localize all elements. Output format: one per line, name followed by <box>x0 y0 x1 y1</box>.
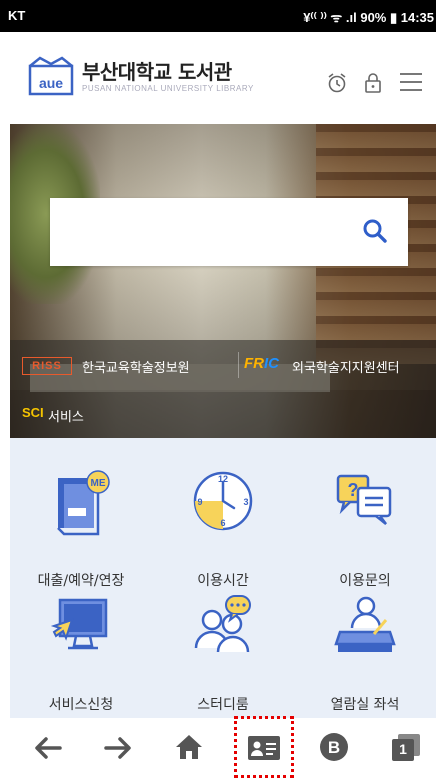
highlight-box <box>234 716 294 778</box>
fric-logo-b: IC <box>264 355 279 372</box>
question-chat-icon: ? <box>336 474 392 525</box>
riss-logo: RISS <box>22 357 72 375</box>
svg-text:12: 12 <box>218 474 228 484</box>
app-header: aue 부산대학교 도서관 PUSAN NATIONAL UNIVERSITY … <box>0 32 436 124</box>
menu-label: 열람실 좌석 <box>330 697 400 713</box>
page-title: 부산대학교 도서관 <box>82 60 232 84</box>
svg-text:B: B <box>328 738 340 757</box>
logo-icon[interactable]: aue <box>28 56 74 96</box>
monitor-pointer-icon <box>50 598 108 650</box>
divider <box>238 352 239 378</box>
fric-label: 외국학술지지원센터 <box>292 361 400 376</box>
svg-text:9: 9 <box>197 497 202 507</box>
riss-link[interactable]: RISS 한국교육학술정보원 <box>10 340 236 390</box>
fric-link[interactable]: FRIC 외국학술지지원센터 <box>240 340 436 390</box>
menu-item-reading-room[interactable]: 열람실 좌석 <box>294 592 436 722</box>
alarm-clock-icon[interactable] <box>326 72 348 94</box>
menu-item-inquiry[interactable]: ? 이용문의 <box>294 468 436 598</box>
book-me-icon: ME <box>57 470 110 536</box>
hamburger-menu-icon[interactable] <box>398 70 424 94</box>
back-arrow-icon[interactable] <box>30 730 66 766</box>
svg-text:ME: ME <box>91 478 106 489</box>
page-subtitle: PUSAN NATIONAL UNIVERSITY LIBRARY <box>82 84 254 93</box>
external-links-bar: RISS 한국교육학술정보원 FRIC 외국학술지지원센터 <box>10 340 436 390</box>
carrier-label: KT <box>8 8 26 23</box>
svg-text:3: 3 <box>243 497 248 507</box>
menu-item-loan[interactable]: ME 대출/예약/연장 <box>10 468 152 598</box>
status-indicators: ¥⁽⁽ ⁾⁾ ᯤ .ıl 90% ▮ 14:35 <box>303 10 434 25</box>
study-group-icon <box>194 595 251 653</box>
menu-label: 이용문의 <box>339 573 391 589</box>
sci-link[interactable]: SCI 서비스 <box>10 390 436 438</box>
menu-item-study-room[interactable]: 스터디룸 <box>152 592 294 722</box>
menu-item-service-request[interactable]: 서비스신청 <box>10 592 152 722</box>
clock-icon: 12 3 6 9 <box>193 471 253 531</box>
bottom-nav-bar: B 1 <box>0 718 436 779</box>
fric-logo-a: FR <box>244 355 264 372</box>
tab-count: 1 <box>399 741 407 757</box>
search-icon[interactable] <box>362 218 388 244</box>
svg-text:6: 6 <box>220 518 225 528</box>
menu-label: 이용시간 <box>197 573 249 589</box>
forward-arrow-icon[interactable] <box>100 730 136 766</box>
status-bar: KT ¥⁽⁽ ⁾⁾ ᯤ .ıl 90% ▮ 14:35 <box>0 0 436 32</box>
menu-label: 서비스신청 <box>48 697 114 713</box>
menu-item-hours[interactable]: 12 3 6 9 이용시간 <box>152 468 294 598</box>
sci-label: 서비스 <box>48 410 84 425</box>
reading-desk-icon <box>334 596 396 652</box>
search-input[interactable] <box>62 216 346 248</box>
riss-label: 한국교육학술정보원 <box>82 361 190 376</box>
b-circle-icon[interactable]: B <box>318 730 350 764</box>
tabs-button[interactable]: 1 <box>390 732 422 762</box>
fric-logo: FRIC <box>244 355 279 372</box>
lock-icon[interactable] <box>364 72 382 94</box>
home-icon[interactable] <box>172 730 206 764</box>
menu-label: 스터디룸 <box>197 697 249 713</box>
svg-text:aue: aue <box>39 75 63 91</box>
sci-logo: SCI <box>22 405 44 420</box>
quick-menu-grid: ME 대출/예약/연장 12 3 6 9 이용시간 ? 이용문의 서비스신청 스… <box>10 438 436 718</box>
search-box[interactable] <box>50 198 408 266</box>
menu-label: 대출/예약/연장 <box>37 573 125 589</box>
